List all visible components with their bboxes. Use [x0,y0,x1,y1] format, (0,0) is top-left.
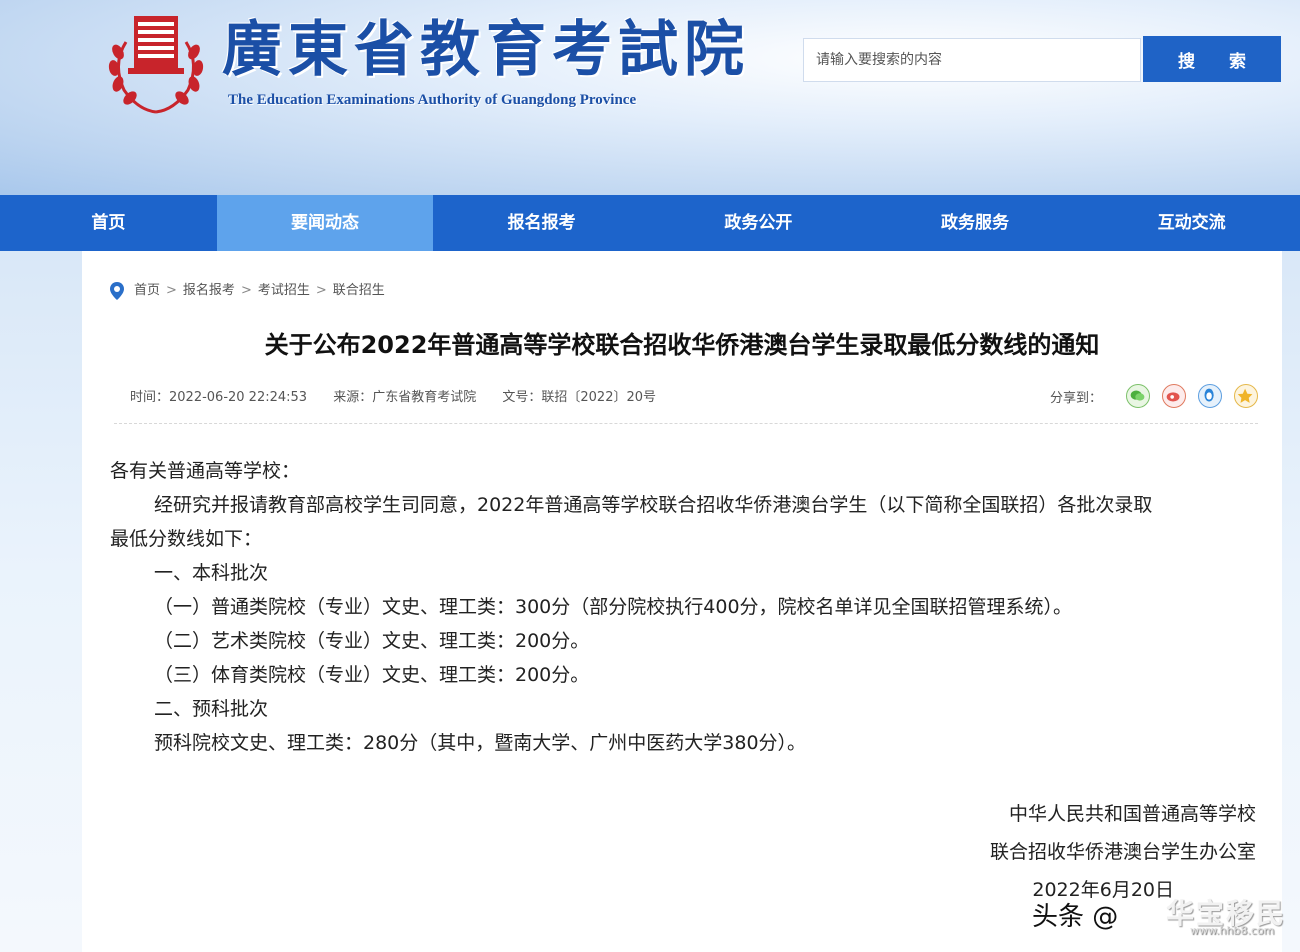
main-nav: 首页 要闻动态 报名报考 政务公开 政务服务 互动交流 [0,195,1300,251]
breadcrumb-item-exam[interactable]: 考试招生 [258,281,310,301]
list-item: （二）艺术类院校（专业）文史、理工类：200分。 [154,630,590,652]
section-heading: 二、预科批次 [154,698,269,720]
weibo-share-icon[interactable] [1162,384,1186,408]
nav-item-home[interactable]: 首页 [0,195,217,251]
site-title: 廣東省教育考試院 [222,15,750,85]
salutation: 各有关普通高等学校： [110,460,301,482]
nav-item-gov-info[interactable]: 政务公开 [650,195,867,251]
article-panel: 首页 > 报名报考 > 考试招生 > 联合招生 关于公布2022年普通高等学校联… [82,251,1282,952]
watermark-text: 头条 @ [1032,902,1119,932]
breadcrumb-item-joint[interactable]: 联合招生 [333,281,385,301]
share-bar: 分享到： [1050,381,1258,411]
article-title: 关于公布2022年普通高等学校联合招收华侨港澳台学生录取最低分数线的通知 [264,331,1100,359]
list-item: （三）体育类院校（专业）文史、理工类：200分。 [154,664,590,686]
breadcrumb-separator: > [166,283,177,298]
section-heading: 一、本科批次 [154,562,269,584]
breadcrumb-item-home[interactable]: 首页 [134,281,160,301]
search-input[interactable] [803,38,1141,82]
article-body: 各有关普通高等学校： 经研究并报请教育部高校学生司同意，2022年普通高等学校联… [110,454,1260,760]
site-subtitle: The Education Examinations Authority of … [228,92,637,108]
meta-source: 来源：广东省教育考试院 [333,390,477,405]
nav-item-gov-service[interactable]: 政务服务 [867,195,1084,251]
divider [114,423,1258,424]
list-item: （一）普通类院校（专业）文史、理工类：300分（部分院校执行400分，院校名单详… [154,596,1073,618]
wechat-share-icon[interactable] [1126,384,1150,408]
search-button[interactable]: 搜 索 [1143,36,1281,82]
nav-item-registration[interactable]: 报名报考 [433,195,650,251]
logo-icon[interactable] [104,12,208,116]
nav-item-news[interactable]: 要闻动态 [216,195,434,251]
qq-share-icon[interactable] [1198,384,1222,408]
intro-line: 最低分数线如下： [110,528,263,550]
meta-doc-no: 文号：联招〔2022〕20号 [502,390,657,405]
location-pin-icon [110,282,124,300]
breadcrumb-separator: > [315,283,327,298]
list-item: 预科院校文史、理工类：280分（其中，暨南大学、广州中医药大学380分）。 [154,732,807,754]
nav-item-interaction[interactable]: 互动交流 [1083,195,1300,251]
signature-line: 联合招收华侨港澳台学生办公室 [989,841,1256,863]
qzone-share-icon[interactable] [1234,384,1258,408]
breadcrumb: 首页 > 报名报考 > 考试招生 > 联合招生 [110,281,385,301]
breadcrumb-separator: > [240,283,252,298]
breadcrumb-item-registration[interactable]: 报名报考 [183,281,235,301]
meta-time: 时间：2022-06-20 22:24:53 [130,390,308,405]
site-header: 廣東省教育考試院 The Education Examinations Auth… [0,0,1300,195]
watermark-url: www.hhb8.com [1190,924,1275,937]
signature-line: 中华人民共和国普通高等学校 [1008,803,1256,825]
article-meta: 时间：2022-06-20 22:24:53 来源：广东省教育考试院 文号：联招… [130,388,678,408]
intro-line: 经研究并报请教育部高校学生司同意，2022年普通高等学校联合招收华侨港澳台学生（… [154,494,1153,516]
share-label: 分享到： [1049,390,1102,406]
